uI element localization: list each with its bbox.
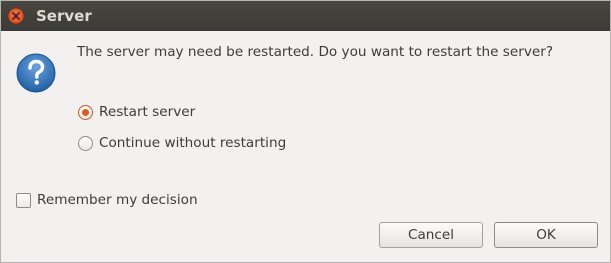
radio-button-selected[interactable]: [78, 104, 93, 120]
ok-button[interactable]: OK: [494, 222, 598, 248]
close-icon: [12, 12, 20, 20]
radio-button[interactable]: [78, 135, 93, 151]
dialog-window: Server The server may need be restarted.…: [0, 0, 611, 263]
close-button[interactable]: [8, 8, 24, 24]
remember-decision-checkbox[interactable]: [16, 192, 31, 208]
window-title: Server: [36, 7, 92, 25]
option-label: Restart server: [99, 104, 196, 120]
cancel-button[interactable]: Cancel: [379, 222, 483, 248]
option-continue-without-restarting[interactable]: Continue without restarting: [78, 134, 286, 152]
dialog-message: The server may need be restarted. Do you…: [77, 44, 554, 60]
remember-decision-label: Remember my decision: [37, 192, 198, 208]
title-bar: Server: [1, 1, 610, 31]
question-icon: [16, 53, 56, 93]
option-label: Continue without restarting: [99, 135, 287, 151]
remember-decision-row[interactable]: Remember my decision: [16, 191, 198, 209]
option-restart-server[interactable]: Restart server: [78, 103, 195, 121]
